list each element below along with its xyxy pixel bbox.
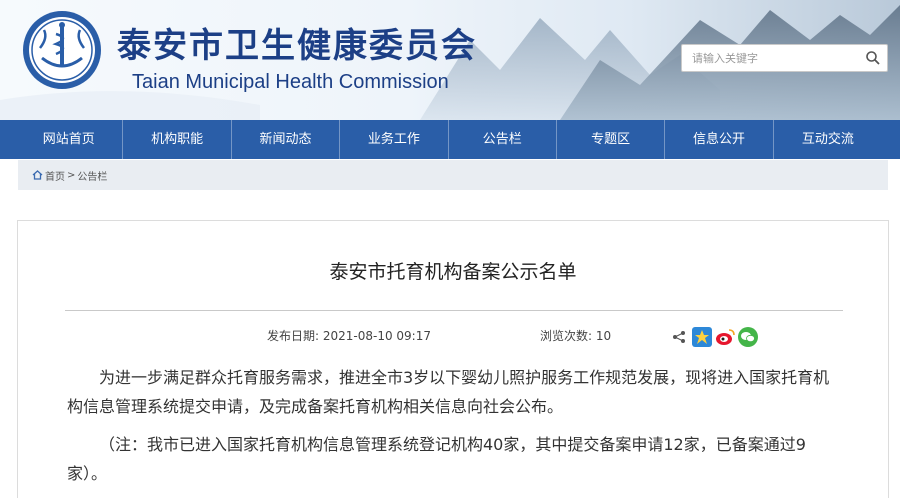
wechat-icon[interactable]	[738, 327, 758, 347]
search-input[interactable]	[682, 45, 858, 71]
nav-item-business[interactable]: 业务工作	[340, 120, 449, 159]
search-icon	[866, 51, 880, 65]
health-emblem-logo	[23, 11, 101, 89]
article-title: 泰安市托育机构备案公示名单	[329, 261, 577, 283]
share-icon[interactable]	[669, 327, 689, 347]
nav-item-news[interactable]: 新闻动态	[232, 120, 341, 159]
search-box	[681, 44, 888, 72]
site-title-cn: 泰安市卫生健康委员会	[117, 26, 477, 66]
publish-date: 发布日期: 2021-08-10 09:17	[267, 329, 431, 343]
nav-item-home[interactable]: 网站首页	[15, 120, 124, 159]
share-bar	[669, 327, 758, 347]
breadcrumb-home-label[interactable]: 首页	[45, 168, 65, 183]
view-count: 浏览次数: 10	[540, 329, 612, 343]
nav-item-interaction[interactable]: 互动交流	[774, 120, 882, 159]
weibo-icon[interactable]	[715, 327, 735, 347]
breadcrumb-home[interactable]: 首页	[32, 168, 65, 183]
nav-item-functions[interactable]: 机构职能	[123, 120, 232, 159]
home-icon	[32, 170, 43, 180]
main-nav: 网站首页 机构职能 新闻动态 业务工作 公告栏 专题区 信息公开 互动交流	[0, 120, 900, 159]
nav-item-topics[interactable]: 专题区	[557, 120, 666, 159]
search-button[interactable]	[859, 45, 887, 71]
nav-item-notice[interactable]: 公告栏	[449, 120, 557, 159]
breadcrumb: 首页 > 公告栏	[18, 160, 888, 190]
header-banner: 泰安市卫生健康委员会 Taian Municipal Health Commis…	[0, 0, 900, 120]
article-paragraph-2: （注：我市已进入国家托育机构信息管理系统登记机构40家，其中提交备案申请12家，…	[67, 435, 806, 483]
article-paragraph-1: 为进一步满足群众托育服务需求，推进全市3岁以下婴幼儿照护服务工作规范发展，现将进…	[67, 368, 830, 416]
title-divider	[65, 310, 843, 311]
breadcrumb-separator: >	[67, 169, 76, 181]
article-panel: 泰安市托育机构备案公示名单 发布日期: 2021-08-10 09:17 浏览次…	[17, 220, 889, 498]
breadcrumb-current[interactable]: 公告栏	[77, 168, 107, 183]
qzone-icon[interactable]	[692, 327, 712, 347]
site-title-en: Taian Municipal Health Commission	[132, 71, 449, 93]
nav-item-disclosure[interactable]: 信息公开	[665, 120, 774, 159]
